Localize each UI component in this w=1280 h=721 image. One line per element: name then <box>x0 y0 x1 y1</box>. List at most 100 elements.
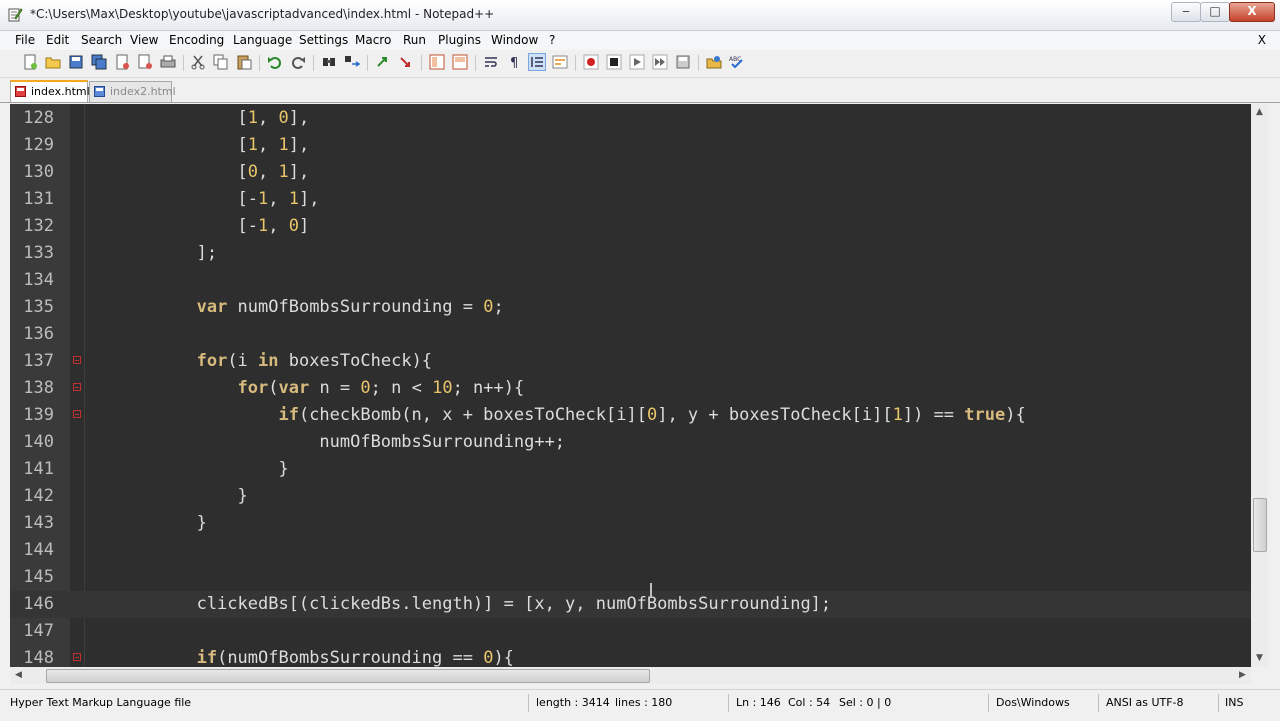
tab-index-html[interactable]: index.html <box>10 80 90 102</box>
play-macro-icon[interactable] <box>629 54 645 70</box>
sync-vertical-icon[interactable] <box>429 54 445 70</box>
undo-icon[interactable] <box>267 54 283 70</box>
code-line[interactable]: 134 <box>10 267 1251 294</box>
menu-edit[interactable]: Edit <box>46 33 69 47</box>
show-all-characters-icon[interactable]: ¶ <box>506 54 522 70</box>
text-token: ] <box>298 216 310 236</box>
code-editor[interactable]: 128 [1, 0], 129 [1, 1], 130 [0, 1], 131 [-1… <box>10 104 1251 667</box>
menu-macro[interactable]: Macro <box>355 33 391 47</box>
close-file-icon[interactable] <box>114 54 130 70</box>
menu-encoding[interactable]: Encoding <box>169 33 224 47</box>
code-line[interactable]: 144 <box>10 537 1251 564</box>
vertical-scroll-thumb[interactable] <box>1253 498 1267 552</box>
keyword-token: in <box>258 351 279 371</box>
save-icon[interactable] <box>68 54 84 70</box>
paste-icon[interactable] <box>236 54 252 70</box>
status-separator <box>1218 694 1219 712</box>
number-token: 1 <box>892 405 903 425</box>
scroll-right-arrow-icon[interactable]: ▶ <box>1234 667 1251 684</box>
code-line[interactable]: 139 if(checkBomb(n, x + boxesToCheck[i][… <box>10 402 1251 429</box>
number-token: 0 <box>278 108 289 128</box>
zoom-in-icon[interactable] <box>375 54 391 70</box>
launch-browser-icon[interactable] <box>706 54 722 70</box>
minimize-button[interactable]: ‒ <box>1171 2 1201 22</box>
menu-language[interactable]: Language <box>233 33 292 47</box>
find-icon[interactable] <box>321 54 337 70</box>
status-eol-format: Dos\Windows <box>996 696 1070 709</box>
menu-plugins[interactable]: Plugins <box>438 33 481 47</box>
code-line[interactable]: 129 [1, 1], <box>10 132 1251 159</box>
close-window-button[interactable]: X <box>1229 2 1275 22</box>
replace-icon[interactable] <box>344 54 360 70</box>
line-number: 134 <box>23 270 54 290</box>
code-line[interactable]: 136 <box>10 321 1251 348</box>
fold-toggle-icon[interactable] <box>73 356 81 364</box>
zoom-out-icon[interactable] <box>398 54 414 70</box>
menu-run[interactable]: Run <box>403 33 426 47</box>
toolbar-separator <box>575 55 576 71</box>
close-document-button[interactable]: X <box>1258 33 1266 47</box>
open-file-icon[interactable] <box>45 54 61 70</box>
code-line[interactable]: 141 } <box>10 456 1251 483</box>
code-line[interactable]: 135 var numOfBombsSurrounding = 0; <box>10 294 1251 321</box>
redo-icon[interactable] <box>290 54 306 70</box>
run-macro-multiple-icon[interactable] <box>652 54 668 70</box>
scroll-down-arrow-icon[interactable]: ▼ <box>1251 650 1268 667</box>
fold-toggle-icon[interactable] <box>73 653 81 661</box>
scroll-up-arrow-icon[interactable]: ▲ <box>1251 104 1268 121</box>
cut-icon[interactable] <box>190 54 206 70</box>
code-line[interactable]: 137 for(i in boxesToCheck){ <box>10 348 1251 375</box>
code-line[interactable]: 147 <box>10 618 1251 645</box>
word-wrap-icon[interactable] <box>483 54 499 70</box>
code-line[interactable]: 143 } <box>10 510 1251 537</box>
text-token: [- <box>84 216 258 236</box>
code-line[interactable]: 132 [-1, 0] <box>10 213 1251 240</box>
scroll-left-arrow-icon[interactable]: ◀ <box>10 667 27 684</box>
stop-macro-icon[interactable] <box>606 54 622 70</box>
print-icon[interactable] <box>160 54 176 70</box>
status-separator <box>1098 694 1099 712</box>
code-line[interactable]: 140 numOfBombsSurrounding++; <box>10 429 1251 456</box>
status-encoding: ANSI as UTF-8 <box>1106 696 1184 709</box>
new-file-icon[interactable] <box>22 54 38 70</box>
code-line[interactable]: 145 <box>10 564 1251 591</box>
tab-index2-html[interactable]: index2.html <box>89 81 176 102</box>
spell-check-icon[interactable]: ABC <box>729 54 745 70</box>
fold-toggle-icon[interactable] <box>73 410 81 418</box>
code-line[interactable]: 138 for(var n = 0; n < 10; n++){ <box>10 375 1251 402</box>
status-length: length : 3414 <box>536 696 610 709</box>
code-line[interactable]: 146 clickedBs[(clickedBs.length)] = [x, … <box>10 591 1251 618</box>
sync-horizontal-icon[interactable] <box>452 54 468 70</box>
line-number: 143 <box>23 513 54 533</box>
copy-icon[interactable] <box>213 54 229 70</box>
horizontal-scroll-thumb[interactable] <box>46 669 650 683</box>
user-language-icon[interactable] <box>552 54 568 70</box>
menu-help[interactable]: ? <box>549 33 555 47</box>
menu-file[interactable]: File <box>15 33 35 47</box>
text-token: numOfBombsSurrounding++; <box>84 432 566 452</box>
code-line[interactable]: 128 [1, 0], <box>10 105 1251 132</box>
indent-guide-icon[interactable] <box>528 53 546 71</box>
menu-search[interactable]: Search <box>81 33 122 47</box>
record-macro-icon[interactable] <box>583 54 599 70</box>
number-token: 1 <box>258 189 269 209</box>
code-line[interactable]: 130 [0, 1], <box>10 159 1251 186</box>
save-macro-icon[interactable] <box>675 54 691 70</box>
menu-window[interactable]: Window <box>491 33 538 47</box>
code-line[interactable]: 133 ]; <box>10 240 1251 267</box>
vertical-scrollbar[interactable]: ▲ ▼ <box>1251 104 1268 667</box>
save-all-icon[interactable] <box>91 54 107 70</box>
horizontal-scrollbar[interactable]: ◀ ▶ <box>10 667 1251 684</box>
code-line[interactable]: 131 [-1, 1], <box>10 186 1251 213</box>
menu-settings[interactable]: Settings <box>299 33 348 47</box>
code-line[interactable]: 148 if(numOfBombsSurrounding == 0){ <box>10 645 1251 667</box>
keyword-token: true <box>964 405 1006 425</box>
maximize-button[interactable]: □ <box>1200 2 1230 22</box>
code-text: } <box>84 456 288 483</box>
close-all-icon[interactable] <box>137 54 153 70</box>
fold-toggle-icon[interactable] <box>73 383 81 391</box>
code-line[interactable]: 142 } <box>10 483 1251 510</box>
menu-view[interactable]: View <box>130 33 158 47</box>
